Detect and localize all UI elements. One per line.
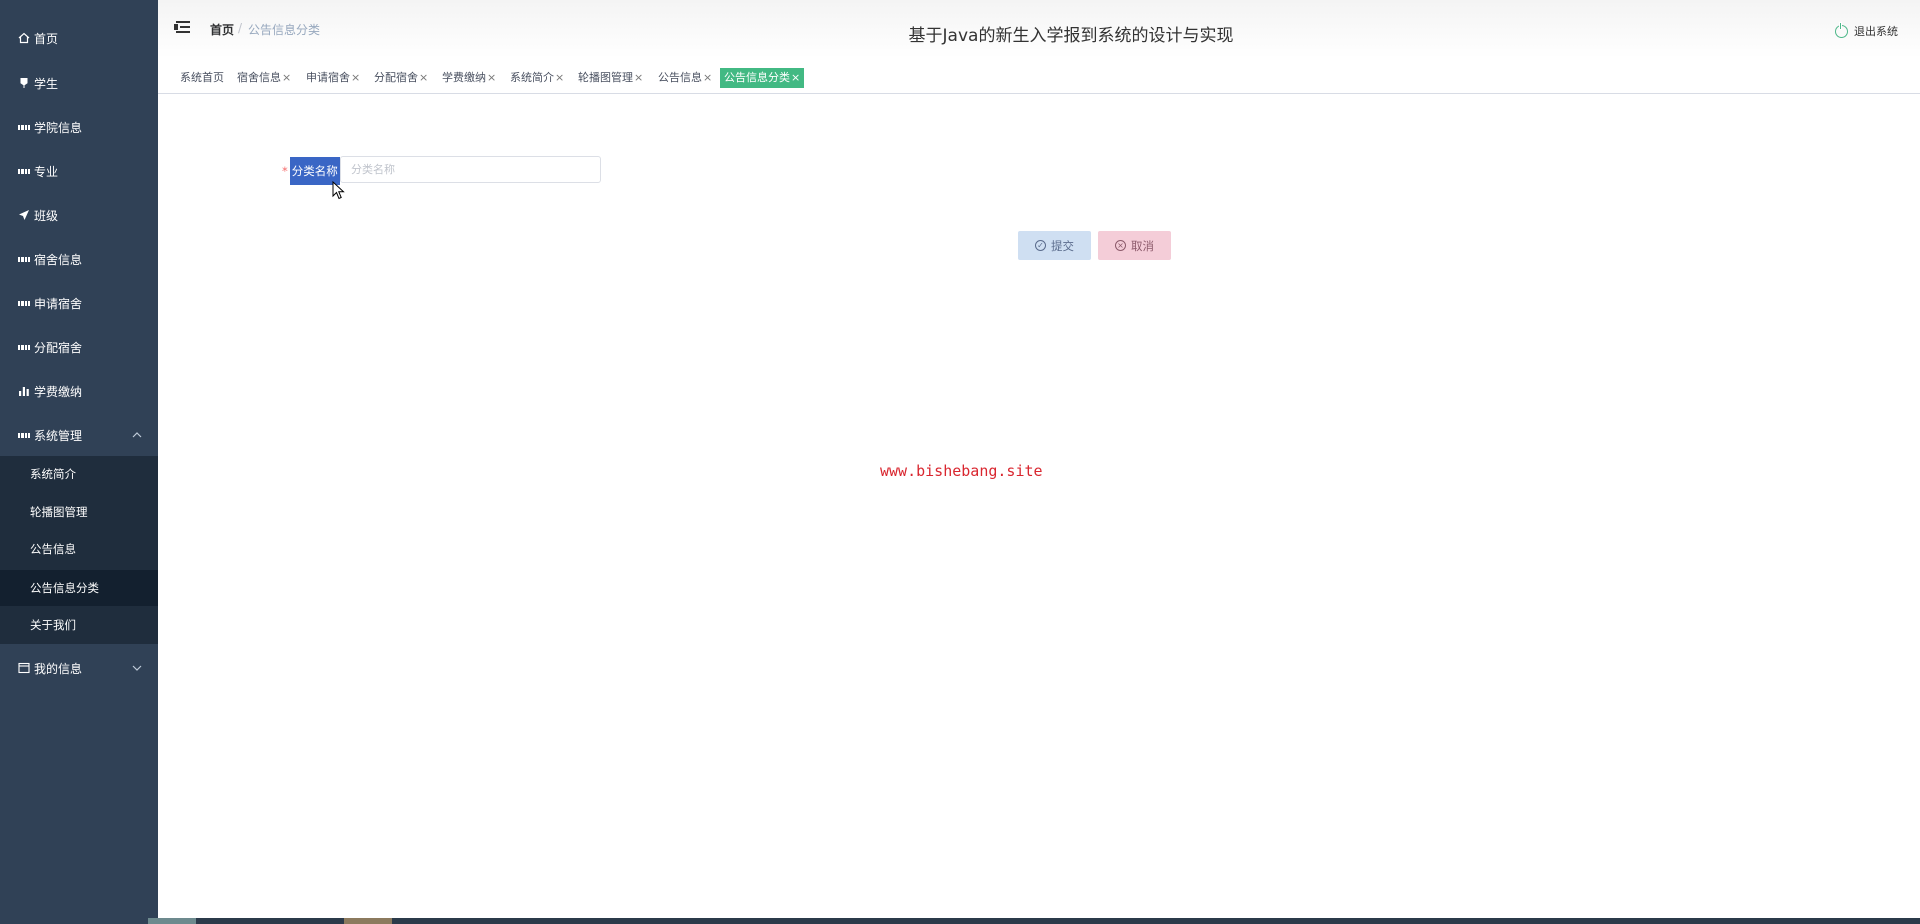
top-header: 首页 / 公告信息分类 基于Java的新生入学报到系统的设计与实现 退出系统 [158,0,1920,58]
home-icon [18,32,30,44]
required-mark: * [282,164,288,178]
submenu-item-notice[interactable]: 公告信息 [0,531,158,567]
bar-chart-icon [18,385,30,397]
tag-label: 系统简介 [510,71,554,84]
submenu-item-label: 轮播图管理 [30,505,88,519]
submenu-item-carousel[interactable]: 轮播图管理 [0,494,158,530]
sidebar-item-dorm-info[interactable]: 宿舍信息 [0,239,158,279]
sidebar: 首页 学生 学院信息 专业 班级 宿舍信息 申请宿舍 分配宿舍 学费缴纳 系统管… [0,0,158,924]
submit-button[interactable]: ✓ 提交 [1018,231,1091,260]
user-icon [18,77,30,89]
sidebar-item-class[interactable]: 班级 [0,195,158,235]
close-icon[interactable]: × [703,71,712,84]
grid-icon [18,165,30,177]
tag-notice-category[interactable]: 公告信息分类× [720,68,805,88]
sidebar-item-label: 宿舍信息 [34,252,83,267]
close-icon[interactable]: × [419,71,428,84]
close-icon[interactable]: × [351,71,360,84]
sidebar-item-label: 分配宿舍 [34,340,83,355]
logout-label: 退出系统 [1854,25,1898,38]
submenu-item-about[interactable]: 关于我们 [0,607,158,643]
sidebar-item-label: 班级 [34,208,59,223]
submenu-item-intro[interactable]: 系统简介 [0,456,158,492]
sidebar-item-label: 学费缴纳 [34,384,83,399]
close-icon[interactable]: × [487,71,496,84]
sidebar-item-label: 学院信息 [34,120,83,135]
tag-system-intro[interactable]: 系统简介× [506,68,568,88]
sidebar-item-tuition[interactable]: 学费缴纳 [0,371,158,411]
submenu-item-label: 公告信息 [30,542,76,556]
close-circle-icon: × [1115,240,1126,251]
submit-label: 提交 [1051,238,1074,253]
sidebar-item-assign-dorm[interactable]: 分配宿舍 [0,327,158,367]
send-icon [18,209,30,221]
close-icon[interactable]: × [634,71,643,84]
sidebar-item-my-info[interactable]: 我的信息 [0,648,158,688]
cancel-label: 取消 [1131,238,1154,253]
sidebar-item-apply-dorm[interactable]: 申请宿舍 [0,283,158,323]
tag-dorm-info[interactable]: 宿舍信息× [233,68,295,88]
close-icon[interactable]: × [791,71,800,84]
id-card-icon [18,662,30,674]
tag-label: 宿舍信息 [237,71,281,84]
system-submenu: 系统简介 轮播图管理 公告信息 公告信息分类 关于我们 [0,456,158,644]
grid-icon [18,121,30,133]
sidebar-item-label: 系统管理 [34,428,83,443]
sidebar-item-label: 我的信息 [34,661,83,676]
sidebar-item-home[interactable]: 首页 [0,18,158,58]
tag-label: 轮播图管理 [578,71,633,84]
submenu-item-notice-category[interactable]: 公告信息分类 [0,570,158,606]
close-icon[interactable]: × [555,71,564,84]
tag-apply-dorm[interactable]: 申请宿舍× [302,68,364,88]
tags-view: 系统首页 宿舍信息× 申请宿舍× 分配宿舍× 学费缴纳× 系统简介× 轮播图管理… [158,64,1920,94]
grid-icon [18,341,30,353]
breadcrumb-home[interactable]: 首页 [210,21,234,38]
chevron-down-icon [132,663,142,674]
submenu-item-label: 公告信息分类 [30,581,99,595]
tag-label: 分配宿舍 [374,71,418,84]
sidebar-item-label: 申请宿舍 [34,296,83,311]
submenu-item-label: 系统简介 [30,467,76,481]
breadcrumb-current: 公告信息分类 [248,23,321,37]
taskbar-strip [148,918,1920,924]
tag-carousel[interactable]: 轮播图管理× [574,68,647,88]
tag-label: 学费缴纳 [442,71,486,84]
tag-assign-dorm[interactable]: 分配宿舍× [370,68,432,88]
watermark-text: www.bishebang.site [880,462,1043,480]
sidebar-item-label: 首页 [34,31,59,46]
tag-tuition[interactable]: 学费缴纳× [438,68,500,88]
sidebar-item-student[interactable]: 学生 [0,63,158,103]
category-name-input[interactable] [340,156,601,183]
grid-icon [18,297,30,309]
power-icon [1835,22,1848,38]
tag-label: 系统首页 [180,71,224,84]
tag-label: 公告信息分类 [724,71,790,84]
submenu-item-label: 关于我们 [30,618,76,632]
sidebar-item-college[interactable]: 学院信息 [0,107,158,147]
close-icon[interactable]: × [282,71,291,84]
page-title: 基于Java的新生入学报到系统的设计与实现 [908,26,1234,46]
check-circle-icon: ✓ [1035,240,1046,251]
sidebar-item-system[interactable]: 系统管理 [0,415,158,455]
sidebar-item-label: 学生 [34,76,59,91]
chevron-up-icon [132,430,142,441]
sidebar-item-label: 专业 [34,164,59,179]
logout-button[interactable]: 退出系统 [1835,22,1898,39]
tag-label: 申请宿舍 [306,71,350,84]
sidebar-item-major[interactable]: 专业 [0,151,158,191]
cancel-button[interactable]: × 取消 [1098,231,1171,260]
tag-notice[interactable]: 公告信息× [654,68,716,88]
grid-icon [18,429,30,441]
menu-toggle-icon[interactable] [174,20,190,34]
breadcrumb-separator: / [238,21,243,35]
grid-icon [18,253,30,265]
tag-label: 公告信息 [658,71,702,84]
mouse-cursor-icon [332,181,345,200]
tag-system-home[interactable]: 系统首页 [176,68,228,88]
